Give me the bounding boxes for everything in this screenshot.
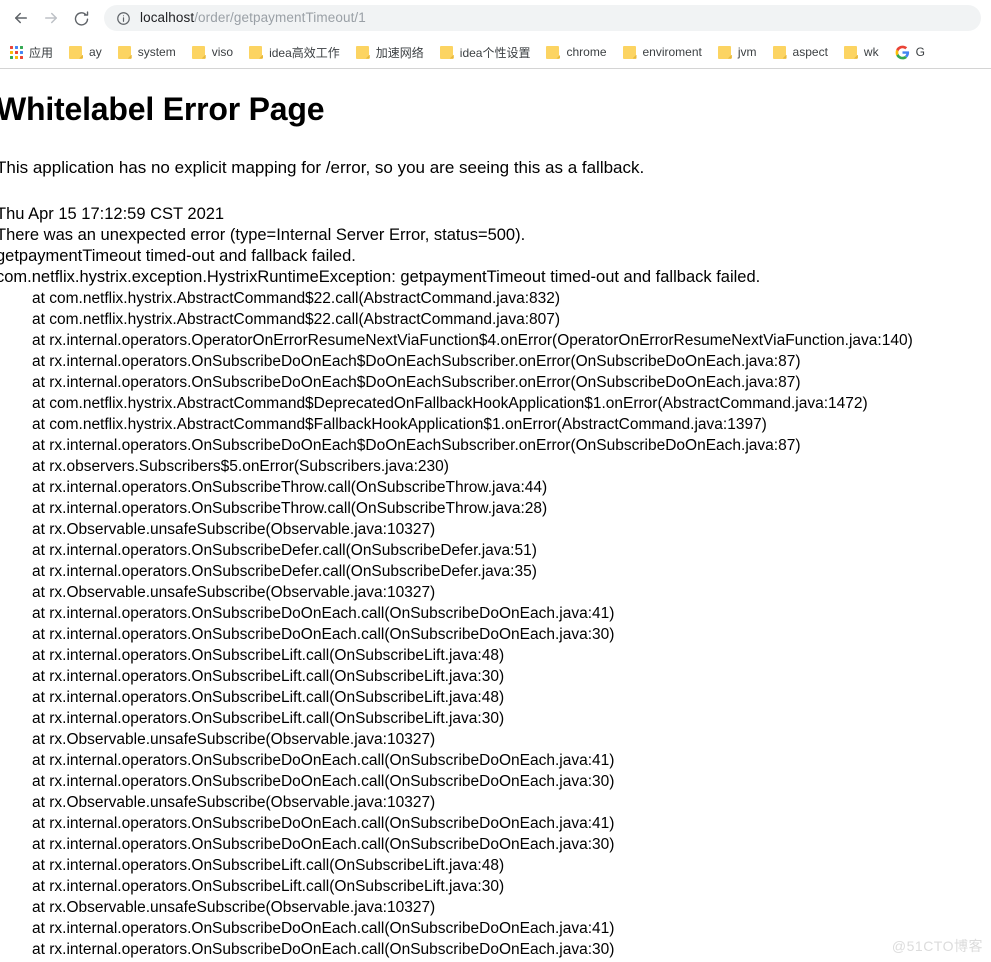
google-logo-icon xyxy=(895,45,910,60)
bookmark-label: viso xyxy=(211,45,234,59)
stack-trace-line: at rx.internal.operators.OnSubscribeLift… xyxy=(32,647,505,664)
url-path: /order/getpaymentTimeout/1 xyxy=(194,10,366,25)
arrow-left-icon xyxy=(12,9,30,27)
reload-button[interactable] xyxy=(66,3,96,33)
stack-trace-line: at rx.Observable.unsafeSubscribe(Observa… xyxy=(32,794,436,811)
bookmark-label: chrome xyxy=(566,45,607,59)
arrow-right-icon xyxy=(42,9,60,27)
url-text: localhost/order/getpaymentTimeout/1 xyxy=(140,5,366,31)
apps-grid-icon xyxy=(10,45,23,59)
fallback-note: This application has no explicit mapping… xyxy=(0,158,645,177)
stack-trace-line: at rx.internal.operators.OnSubscribeDoOn… xyxy=(32,353,801,370)
url-host: localhost xyxy=(140,10,195,25)
stack-trace-line: at rx.internal.operators.OnSubscribeDefe… xyxy=(32,542,537,559)
bookmark-item-google[interactable]: G xyxy=(887,40,933,64)
folder-icon xyxy=(622,45,637,59)
bookmark-item-system[interactable]: system xyxy=(110,40,184,64)
stack-trace-line: at rx.internal.operators.OnSubscribeLift… xyxy=(32,668,505,685)
stack-trace-line: at rx.observers.Subscribers$5.onError(Su… xyxy=(32,458,449,475)
bookmark-item-idea-efficient[interactable]: idea高效工作 xyxy=(241,40,348,64)
page-viewport: Whitelabel Error Page This application h… xyxy=(0,69,991,962)
bookmark-item-enviroment[interactable]: enviroment xyxy=(615,40,710,64)
bookmark-apps[interactable]: 应用 xyxy=(2,40,61,64)
folder-icon xyxy=(117,45,132,59)
stack-trace-line: at com.netflix.hystrix.AbstractCommand$F… xyxy=(32,416,767,433)
bookmark-item-ay[interactable]: ay xyxy=(61,40,110,64)
address-bar[interactable]: localhost/order/getpaymentTimeout/1 xyxy=(104,5,981,31)
stack-trace-line: at rx.internal.operators.OnSubscribeLift… xyxy=(32,857,505,874)
stack-trace-line: at rx.Observable.unsafeSubscribe(Observa… xyxy=(32,899,436,916)
stack-trace-line: at rx.Observable.unsafeSubscribe(Observa… xyxy=(32,521,436,538)
bookmark-item-chrome[interactable]: chrome xyxy=(538,40,614,64)
stack-trace-line: at com.netflix.hystrix.AbstractCommand$2… xyxy=(32,311,561,328)
stack-trace-line: at rx.internal.operators.OnSubscribeDoOn… xyxy=(32,374,801,391)
stack-trace-line: at rx.internal.operators.OnSubscribeDoOn… xyxy=(32,836,615,853)
stack-trace-line: at rx.Observable.unsafeSubscribe(Observa… xyxy=(32,584,436,601)
stack-trace-line: at com.netflix.hystrix.AbstractCommand$2… xyxy=(32,290,561,307)
bookmark-label: enviroment xyxy=(642,45,702,59)
stack-trace-line: at rx.Observable.unsafeSubscribe(Observa… xyxy=(32,731,436,748)
folder-icon xyxy=(69,45,83,59)
bookmark-label: idea个性设置 xyxy=(459,45,531,60)
navigation-toolbar: localhost/order/getpaymentTimeout/1 xyxy=(0,0,991,36)
bookmark-item-wk[interactable]: wk xyxy=(836,40,887,64)
stack-trace-line: at rx.internal.operators.OnSubscribeDoOn… xyxy=(32,626,615,643)
folder-icon xyxy=(355,45,370,59)
stack-trace-line: at rx.internal.operators.OperatorOnError… xyxy=(32,332,913,349)
reload-icon xyxy=(73,10,90,27)
bookmark-label: G xyxy=(915,45,925,59)
bookmark-item-idea-settings[interactable]: idea个性设置 xyxy=(432,40,539,64)
bookmark-item-viso[interactable]: viso xyxy=(184,40,241,64)
stack-trace-line: at rx.internal.operators.OnSubscribeLift… xyxy=(32,689,505,706)
stack-trace-line: at rx.internal.operators.OnSubscribeLift… xyxy=(32,878,505,895)
bookmark-apps-label: 应用 xyxy=(29,45,54,60)
error-timestamp: Thu Apr 15 17:12:59 CST 2021 xyxy=(0,205,225,223)
folder-icon xyxy=(546,45,560,59)
stack-trace-line: at rx.internal.operators.OnSubscribeDoOn… xyxy=(32,941,615,958)
folder-icon xyxy=(191,45,206,59)
page-title: Whitelabel Error Page xyxy=(0,91,325,127)
bookmark-label: idea高效工作 xyxy=(269,45,340,60)
folder-icon xyxy=(843,45,858,59)
error-summary: There was an unexpected error (type=Inte… xyxy=(0,226,526,244)
stack-trace-line: at com.netflix.hystrix.AbstractCommand$D… xyxy=(32,395,868,412)
folder-icon xyxy=(772,45,787,59)
bookmark-label: 加速网络 xyxy=(375,45,424,60)
stack-trace: at com.netflix.hystrix.AbstractCommand$2… xyxy=(0,288,991,962)
stack-trace-line: at rx.internal.operators.OnSubscribeDoOn… xyxy=(32,815,615,832)
back-button[interactable] xyxy=(6,3,36,33)
bookmark-label: jvm xyxy=(737,45,757,59)
bookmark-item-network-accel[interactable]: 加速网络 xyxy=(348,40,432,64)
bookmark-label: aspect xyxy=(792,45,828,59)
stack-trace-line: at rx.internal.operators.OnSubscribeDoOn… xyxy=(32,605,615,622)
browser-chrome: localhost/order/getpaymentTimeout/1 应用 a… xyxy=(0,0,991,69)
stack-trace-line: at rx.internal.operators.OnSubscribeThro… xyxy=(32,479,548,496)
forward-button[interactable] xyxy=(36,3,66,33)
error-details: Thu Apr 15 17:12:59 CST 2021 There was a… xyxy=(0,204,991,962)
stack-trace-line: at rx.internal.operators.OnSubscribeLift… xyxy=(32,710,505,727)
stack-trace-line: at rx.internal.operators.OnSubscribeDoOn… xyxy=(32,920,615,937)
bookmark-item-aspect[interactable]: aspect xyxy=(765,40,836,64)
error-message: getpaymentTimeout timed-out and fallback… xyxy=(0,247,356,265)
bookmark-label: system xyxy=(137,45,176,59)
bookmark-label: ay xyxy=(89,45,102,59)
bookmark-item-jvm[interactable]: jvm xyxy=(710,40,765,64)
info-circle-icon[interactable] xyxy=(116,11,131,26)
stack-trace-line: at rx.internal.operators.OnSubscribeDoOn… xyxy=(32,773,615,790)
folder-icon xyxy=(439,45,454,59)
exception-line: com.netflix.hystrix.exception.HystrixRun… xyxy=(0,268,761,286)
stack-trace-line: at rx.internal.operators.OnSubscribeThro… xyxy=(32,500,548,517)
bookmarks-bar: 应用 ay system viso idea高效工作 加速网络 idea个性设置 xyxy=(0,36,991,68)
stack-trace-line: at rx.internal.operators.OnSubscribeDefe… xyxy=(32,563,537,580)
stack-trace-line: at rx.internal.operators.OnSubscribeDoOn… xyxy=(32,752,615,769)
folder-icon xyxy=(249,45,263,59)
stack-trace-line: at rx.internal.operators.OnSubscribeDoOn… xyxy=(32,437,801,454)
folder-icon xyxy=(717,45,732,59)
bookmark-label: wk xyxy=(863,45,879,59)
